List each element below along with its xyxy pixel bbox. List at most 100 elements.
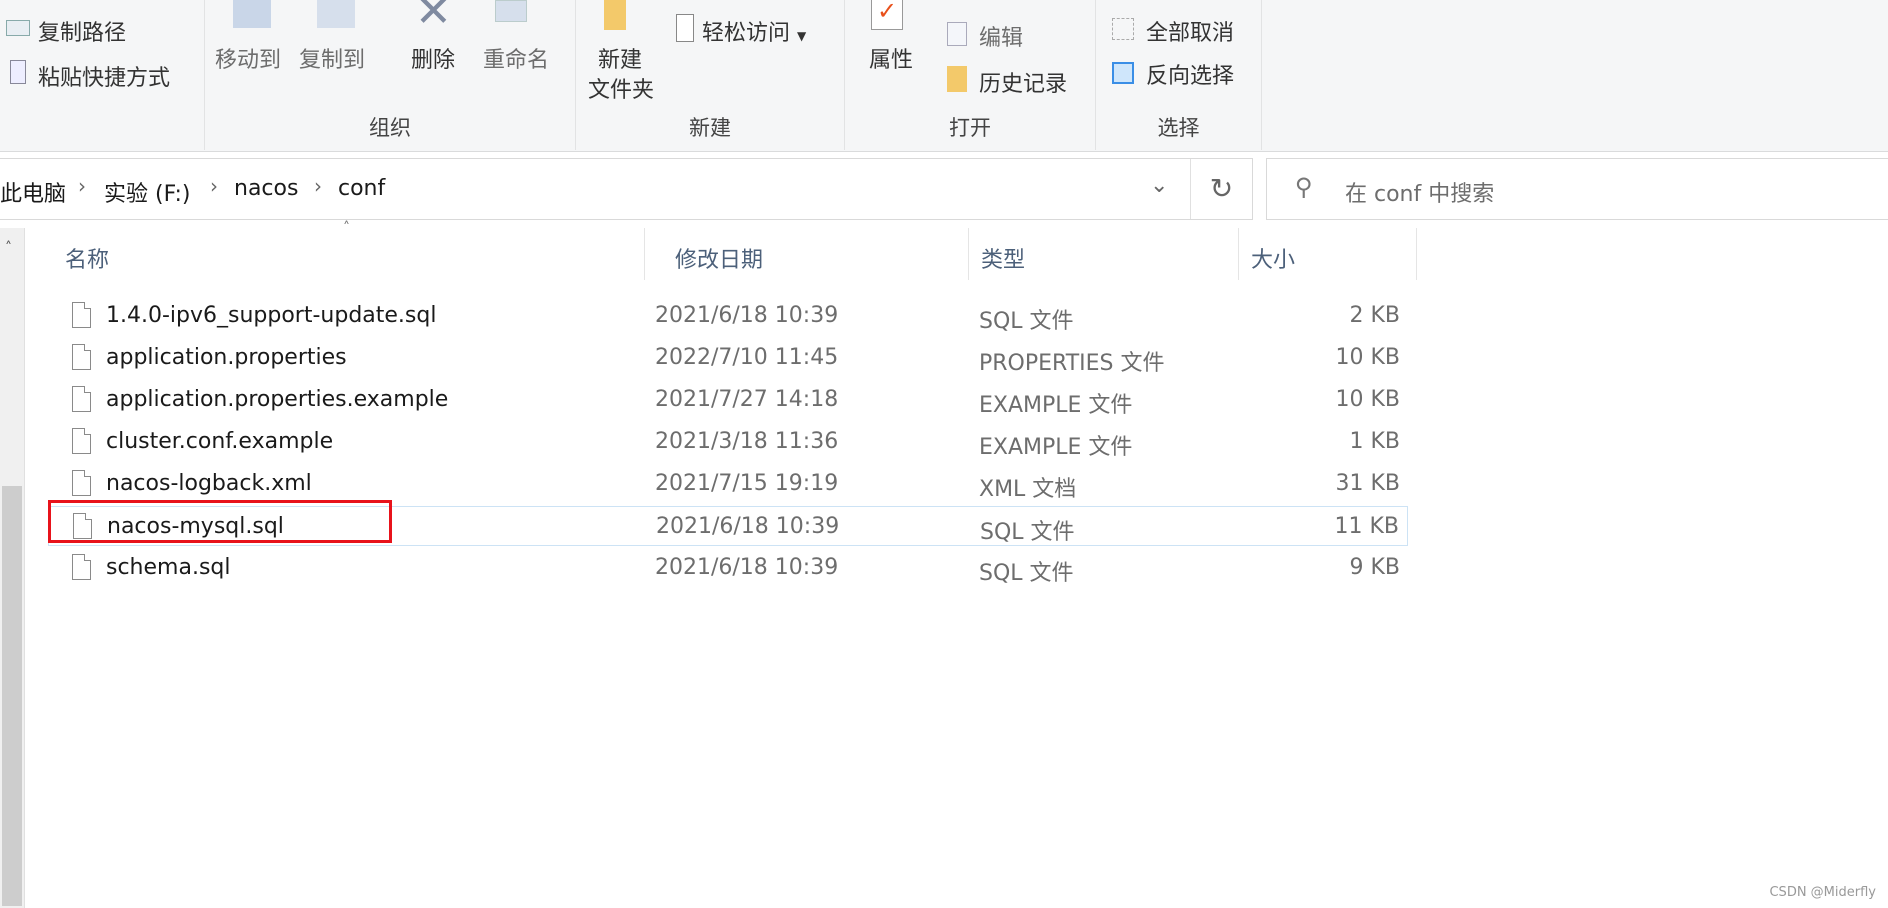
column-size[interactable]: 大小 <box>1239 228 1417 280</box>
chevron-down-icon[interactable]: ⌄ <box>1150 173 1168 198</box>
open-label: 打开 <box>949 116 991 140</box>
copy-to-button[interactable]: 复制到 <box>299 42 365 74</box>
file-icon <box>72 470 91 496</box>
delete-button[interactable]: 删除 <box>411 42 455 74</box>
chevron-right-icon[interactable]: › <box>314 174 322 198</box>
file-name: application.properties <box>106 345 347 370</box>
breadcrumb-nacos[interactable]: nacos <box>234 176 298 201</box>
breadcrumb-drive[interactable]: 实验 (F:) <box>104 176 191 208</box>
file-size: 2 KB <box>1349 303 1400 328</box>
column-header: ˄ 名称 修改日期 类型 大小 <box>25 220 1888 280</box>
paste-shortcut-button[interactable]: 粘贴快捷方式 <box>38 60 170 92</box>
file-date: 2021/7/15 19:19 <box>655 471 839 496</box>
file-type: SQL 文件 <box>980 520 1075 545</box>
properties-icon: ✓ <box>871 0 903 30</box>
file-size: 9 KB <box>1349 555 1400 580</box>
open-group: ✓ 属性 编辑 历史记录 打开 <box>845 0 1096 150</box>
file-type: PROPERTIES 文件 <box>979 351 1165 376</box>
scrollbar[interactable]: ˄ <box>0 228 25 908</box>
file-icon <box>72 554 91 580</box>
chevron-right-icon[interactable]: › <box>210 174 218 198</box>
new-folder-button[interactable]: 新建 <box>598 42 642 74</box>
file-date: 2021/6/18 10:39 <box>655 555 839 580</box>
file-size: 1 KB <box>1349 429 1400 454</box>
history-button[interactable]: 历史记录 <box>979 66 1067 98</box>
file-type: EXAMPLE 文件 <box>979 435 1133 460</box>
dropdown-arrow-icon: ▼ <box>797 29 807 43</box>
file-row[interactable]: application.properties 2022/7/10 11:45 P… <box>48 338 1408 378</box>
search-box[interactable]: ⚲ 在 conf 中搜索 <box>1266 158 1888 220</box>
breadcrumb-this-pc[interactable]: 此电脑 <box>0 176 66 208</box>
file-date: 2021/6/18 10:39 <box>656 514 840 539</box>
file-icon <box>72 302 91 328</box>
history-icon <box>947 66 967 92</box>
paste-shortcut-icon <box>10 60 26 84</box>
breadcrumb-conf[interactable]: conf <box>338 176 385 201</box>
select-label: 选择 <box>1157 116 1200 140</box>
scroll-up-icon[interactable]: ˄ <box>5 240 12 256</box>
rename-icon <box>495 0 527 22</box>
file-icon <box>72 386 91 412</box>
new-label: 新建 <box>689 116 731 140</box>
file-date: 2022/7/10 11:45 <box>655 345 839 370</box>
file-name: 1.4.0-ipv6_support-update.sql <box>106 303 437 328</box>
file-row[interactable]: cluster.conf.example 2021/3/18 11:36 EXA… <box>48 422 1408 462</box>
invert-selection-icon <box>1112 62 1134 84</box>
easy-access-button[interactable]: 轻松访问 ▼ <box>702 15 806 47</box>
file-size: 10 KB <box>1335 345 1400 370</box>
file-row[interactable]: schema.sql 2021/6/18 10:39 SQL 文件 9 KB <box>48 548 1408 588</box>
move-to-button[interactable]: 移动到 <box>215 42 281 74</box>
organize-group: 移动到 复制到 ✕ 删除 重命名 组织 <box>205 0 576 150</box>
edit-icon <box>947 22 967 46</box>
refresh-icon[interactable]: ↻ <box>1190 159 1252 219</box>
chevron-right-icon[interactable]: › <box>78 174 86 198</box>
file-icon <box>72 428 91 454</box>
move-to-icon <box>233 0 271 28</box>
file-row[interactable]: 1.4.0-ipv6_support-update.sql 2021/6/18 … <box>48 296 1408 336</box>
copy-path-icon <box>6 20 30 36</box>
address-bar[interactable]: 此电脑 › 实验 (F:) › nacos › conf ⌄ ↻ <box>0 158 1253 220</box>
file-type: SQL 文件 <box>979 561 1074 586</box>
file-name: schema.sql <box>106 555 231 580</box>
select-none-icon <box>1112 18 1134 40</box>
easy-access-icon <box>676 14 694 42</box>
file-size: 10 KB <box>1335 387 1400 412</box>
delete-icon: ✕ <box>415 0 452 37</box>
column-date[interactable]: 修改日期 <box>645 228 969 280</box>
column-name[interactable]: 名称 <box>25 228 645 280</box>
copy-path-button[interactable]: 复制路径 <box>38 15 126 47</box>
file-name: cluster.conf.example <box>106 429 334 454</box>
file-name: nacos-logback.xml <box>106 471 312 496</box>
organize-label: 组织 <box>369 116 411 140</box>
file-type: XML 文档 <box>979 477 1077 502</box>
properties-button[interactable]: 属性 <box>869 42 913 74</box>
ribbon: 复制路径 粘贴快捷方式 移动到 复制到 ✕ 删除 重命名 组织 新建 文件夹 轻… <box>0 0 1888 152</box>
select-group: 全部取消 反向选择 选择 <box>1096 0 1262 150</box>
watermark: CSDN @Miderfly <box>1769 885 1876 900</box>
highlight-box <box>48 500 392 543</box>
clipboard-group: 复制路径 粘贴快捷方式 <box>0 0 205 150</box>
file-row[interactable]: application.properties.example 2021/7/27… <box>48 380 1408 420</box>
new-group: 新建 文件夹 轻松访问 ▼ 新建 <box>576 0 845 150</box>
file-date: 2021/3/18 11:36 <box>655 429 839 454</box>
file-date: 2021/6/18 10:39 <box>655 303 839 328</box>
scrollbar-thumb[interactable] <box>2 486 22 906</box>
rename-button[interactable]: 重命名 <box>483 42 549 74</box>
new-folder-icon <box>604 0 626 30</box>
edit-button[interactable]: 编辑 <box>979 20 1023 52</box>
file-name: application.properties.example <box>106 387 449 412</box>
search-placeholder: 在 conf 中搜索 <box>1345 182 1495 207</box>
file-size: 31 KB <box>1335 471 1400 496</box>
search-icon: ⚲ <box>1295 173 1313 201</box>
invert-selection-button[interactable]: 反向选择 <box>1146 58 1234 90</box>
file-date: 2021/7/27 14:18 <box>655 387 839 412</box>
copy-to-icon <box>317 0 355 28</box>
new-folder-label-2: 文件夹 <box>588 78 655 103</box>
select-none-button[interactable]: 全部取消 <box>1146 15 1234 47</box>
column-type[interactable]: 类型 <box>969 228 1239 280</box>
file-type: EXAMPLE 文件 <box>979 393 1133 418</box>
file-icon <box>72 344 91 370</box>
easy-access-label: 轻松访问 <box>702 21 791 46</box>
file-row[interactable]: nacos-logback.xml 2021/7/15 19:19 XML 文档… <box>48 464 1408 504</box>
file-type: SQL 文件 <box>979 309 1074 334</box>
